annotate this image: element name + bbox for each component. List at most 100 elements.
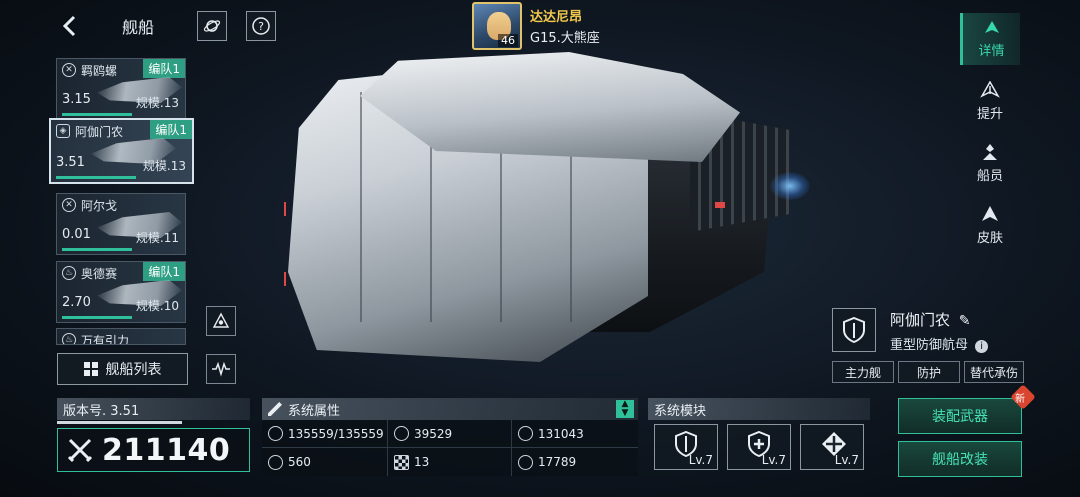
pen-icon <box>268 402 282 416</box>
attr-hull: 135559/135559 <box>262 420 388 448</box>
attr-grid: 13 <box>388 448 512 476</box>
hull-seam <box>360 92 362 322</box>
ship-modify-label: 舰船改装 <box>932 452 988 468</box>
version-progress-bar <box>57 421 182 424</box>
attributes-title: 系统属性 <box>288 403 341 419</box>
tab-upgrade[interactable]: 提升 <box>960 75 1020 127</box>
flame-icon: ♨ <box>62 266 76 280</box>
attr-value: 560 <box>288 455 311 469</box>
planet-icon <box>203 20 221 32</box>
edit-name-icon[interactable]: ✎ <box>959 313 971 329</box>
ship-card[interactable]: ♨ 奥德赛 编队1 2.70 规模.10 <box>56 261 186 323</box>
upgrade-icon <box>980 80 1000 98</box>
crossed-swords-icon <box>67 438 93 463</box>
chevron-left-icon <box>62 15 76 37</box>
ship-card[interactable]: ✕ 阿尔戈 0.01 规模.11 <box>56 193 186 255</box>
new-badge-label: 新 <box>1015 394 1025 405</box>
attributes-panel: 系统属性 ▲ ▼ 135559/135559 39529 131043 560 1… <box>262 398 638 476</box>
combat-power-value: 211140 <box>102 432 231 468</box>
formation-button[interactable] <box>206 306 236 336</box>
ship-card-name: 奥德赛 <box>81 267 118 281</box>
ship-model[interactable] <box>270 52 810 372</box>
waveform-icon <box>212 361 230 377</box>
x-circle-icon: ✕ <box>62 198 76 212</box>
ship-tag: 替代承伤 <box>964 361 1024 383</box>
x-circle-icon: ✕ <box>62 63 76 77</box>
attr-value: 131043 <box>538 426 584 441</box>
expand-toggle-icon[interactable]: ▲ ▼ <box>616 400 634 418</box>
ship-name-row: 阿伽门农 ✎ <box>890 309 971 330</box>
grid-icon <box>394 454 409 470</box>
module-slot[interactable]: Lv.7 <box>654 424 718 470</box>
attr-value: 13 <box>414 455 430 469</box>
fleet-badge: 编队1 <box>143 262 185 281</box>
module-level: Lv.7 <box>834 453 859 467</box>
module-slot[interactable]: Lv.7 <box>727 424 791 470</box>
ship-class-badge <box>832 308 876 352</box>
progress-bar <box>62 248 132 251</box>
ship-tag: 防护 <box>898 361 960 383</box>
attr-speed: 560 <box>262 448 388 476</box>
grid-icon <box>83 362 98 376</box>
module-level: Lv.7 <box>761 453 786 467</box>
ship-modify-button[interactable]: 舰船改装 <box>898 441 1022 477</box>
ship-card-name: 阿尔戈 <box>81 199 118 213</box>
hull-light <box>284 202 286 216</box>
page-title: 舰船 <box>122 18 155 37</box>
ship-card-version: 3.51 <box>56 155 85 170</box>
svg-text:?: ? <box>258 20 264 33</box>
question-icon: ? <box>252 17 270 35</box>
ship-card-name: 羁鸥螺 <box>81 64 118 78</box>
tab-label: 船员 <box>976 168 1003 184</box>
formation-icon <box>212 312 230 328</box>
progress-bar <box>62 113 132 116</box>
ship-list-label: 舰船列表 <box>105 362 162 378</box>
modules-panel: 系统模块 Lv.7 Lv.7 Lv.7 <box>648 398 870 476</box>
hull-light <box>715 202 725 208</box>
wave-button[interactable] <box>206 354 236 384</box>
ship-card-name: 阿伽门农 <box>75 125 124 139</box>
shield-icon <box>843 317 865 343</box>
fleet-badge: 编队1 <box>143 59 185 78</box>
shield-icon: ◈ <box>56 124 70 138</box>
version-label: 版本号. 3.51 <box>63 403 140 419</box>
attributes-grid: 135559/135559 39529 131043 560 13 17789 <box>262 420 638 476</box>
attr-value: 39529 <box>414 426 453 441</box>
ship-card-scale: 规模.13 <box>142 159 186 173</box>
tab-details[interactable]: 详情 <box>960 13 1020 65</box>
tab-label: 提升 <box>976 106 1003 122</box>
ship-icon <box>984 20 999 33</box>
commander-avatar[interactable]: 46 <box>472 2 522 50</box>
attr-target: 17789 <box>512 448 638 476</box>
commander-level: 46 <box>498 34 518 47</box>
back-button[interactable] <box>56 12 84 40</box>
ship-card[interactable]: ✕ 羁鸥螺 编队1 3.15 规模.13 <box>56 58 186 120</box>
info-icon[interactable]: i <box>975 340 989 353</box>
planet-button[interactable] <box>197 11 227 41</box>
ship-card[interactable]: ♨ 万有引力 <box>56 328 186 345</box>
tab-label: 详情 <box>978 43 1005 59</box>
target-icon <box>518 454 533 470</box>
ship-card-scale: 规模.13 <box>135 96 179 110</box>
tab-crew[interactable]: 船员 <box>960 137 1020 189</box>
ship-list-button[interactable]: 舰船列表 <box>57 353 188 385</box>
armor-icon <box>394 426 409 441</box>
commander-name: 达达尼昂 <box>530 10 583 25</box>
ship-card-selected[interactable]: ◈ 阿伽门农 编队1 3.51 规模.13 <box>49 118 194 184</box>
equip-weapons-button[interactable]: 装配武器 <box>898 398 1022 434</box>
version-header: 版本号. 3.51 <box>57 398 250 420</box>
module-slot[interactable]: Lv.7 <box>800 424 864 470</box>
flame-icon: ♨ <box>62 333 76 344</box>
commander-location: G15.大熊座 <box>530 31 600 46</box>
equip-weapons-label: 装配武器 <box>932 409 988 425</box>
engine-glow <box>770 172 810 200</box>
ship-card-version: 3.15 <box>62 92 91 107</box>
help-button[interactable]: ? <box>246 11 276 41</box>
hull-light <box>284 272 286 286</box>
combat-power: 211140 <box>57 428 250 472</box>
ship-card-name: 万有引力 <box>81 334 130 345</box>
ship-card-version: 2.70 <box>62 295 91 310</box>
tab-label: 皮肤 <box>976 230 1003 246</box>
skin-icon <box>982 205 998 221</box>
tab-skins[interactable]: 皮肤 <box>960 199 1020 251</box>
